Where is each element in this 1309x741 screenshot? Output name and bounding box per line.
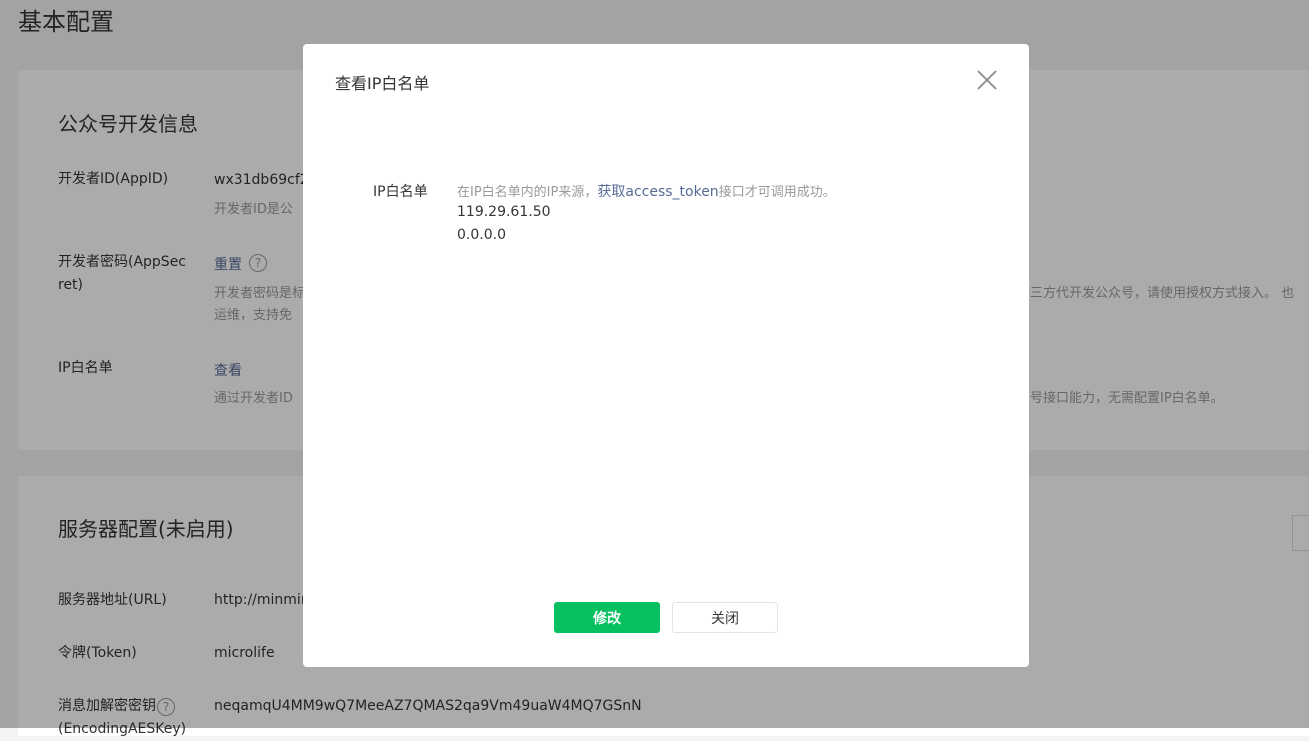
ip-entry: 119.29.61.50 [457,204,551,220]
access-token-link[interactable]: 获取access_token [597,184,718,200]
ip-whitelist-dialog: 查看IP白名单 IP白名单 在IP白名单内的IP来源，获取access_toke… [303,44,1029,667]
dialog-desc-post: 接口才可调用成功。 [718,185,836,200]
ip-entry: 0.0.0.0 [457,227,506,243]
dialog-ip-label: IP白名单 [373,184,428,200]
close-icon[interactable] [975,68,999,92]
dialog-ip-desc: 在IP白名单内的IP来源，获取access_token接口才可调用成功。 [457,181,836,201]
modify-button[interactable]: 修改 [554,602,660,633]
dialog-title: 查看IP白名单 [335,74,430,93]
close-button[interactable]: 关闭 [672,602,778,633]
dialog-desc-pre: 在IP白名单内的IP来源， [457,185,598,200]
